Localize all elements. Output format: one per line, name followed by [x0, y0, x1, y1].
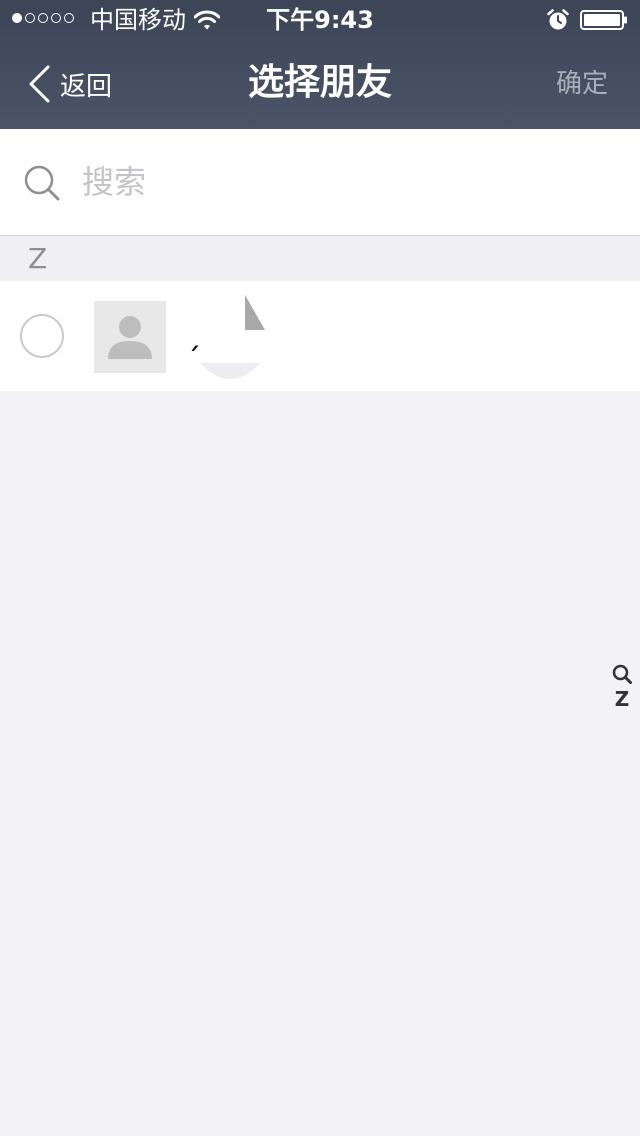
- battery-icon: [580, 10, 627, 30]
- section-letter: Z: [28, 242, 48, 275]
- search-bar: [0, 129, 640, 236]
- search-icon: [24, 165, 60, 201]
- status-bar: 中国移动 下午9:43: [0, 0, 640, 40]
- select-radio[interactable]: [20, 314, 64, 358]
- back-button[interactable]: 返回: [26, 64, 112, 104]
- status-time: 下午9:43: [266, 6, 374, 34]
- contact-row[interactable]: ˏ: [0, 281, 640, 391]
- confirm-button[interactable]: 确定: [556, 66, 608, 102]
- header: 中国移动 下午9:43 返回 选择朋友 确定: [0, 0, 640, 129]
- section-header-z: Z: [0, 236, 640, 281]
- section-index-bar: Z: [610, 664, 634, 710]
- alarm-icon: [547, 9, 569, 30]
- default-avatar-icon: [94, 301, 166, 373]
- page-title: 选择朋友: [247, 62, 392, 103]
- index-letter-z[interactable]: Z: [615, 688, 630, 710]
- back-button-label: 返回: [60, 71, 113, 102]
- chevron-left-icon: [29, 65, 50, 103]
- index-search-icon[interactable]: [612, 664, 632, 684]
- navigation-bar: 返回 选择朋友 确定: [0, 40, 640, 129]
- name-redaction-mark: [200, 295, 265, 379]
- avatar: [94, 301, 166, 373]
- search-input[interactable]: [82, 157, 602, 207]
